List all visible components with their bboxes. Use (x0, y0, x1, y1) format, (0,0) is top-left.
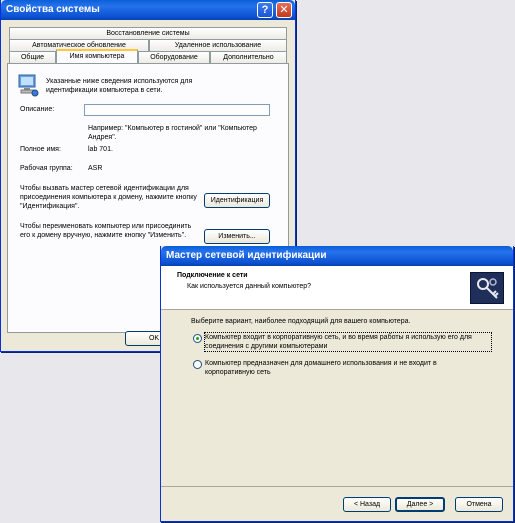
change-button[interactable]: Изменить... (204, 229, 270, 244)
home-use-radio[interactable] (193, 360, 202, 369)
workgroup-value: ASR (88, 165, 103, 172)
corporate-network-label[interactable]: Компьютер входит в корпоративную сеть, и… (204, 332, 492, 352)
tab-computer-name[interactable]: Имя компьютера (56, 49, 138, 63)
corporate-network-radio[interactable] (193, 334, 202, 343)
help-icon[interactable]: ? (257, 2, 273, 18)
intro-text: Указанные ниже сведения используются для… (46, 78, 193, 94)
description-field[interactable] (84, 104, 270, 116)
next-button[interactable]: Далее > (395, 497, 445, 512)
network-wizard-window: Мастер сетевой идентификации Подключение… (160, 246, 514, 522)
tab-hardware[interactable]: Оборудование (138, 51, 210, 63)
example-text: Например: "Компьютер в гостиной" или "Ко… (88, 125, 257, 141)
identification-button[interactable]: Идентификация (204, 193, 270, 208)
close-icon[interactable]: ✕ (276, 2, 292, 18)
wizard-title: Мастер сетевой идентификации (166, 250, 327, 261)
wizard-titlebar[interactable]: Мастер сетевой идентификации (161, 246, 513, 266)
fullname-label: Полное имя: (20, 146, 61, 153)
description-label: Описание: (20, 106, 55, 113)
back-button[interactable]: < Назад (343, 497, 391, 512)
rename-instructions: Чтобы переименовать компьютер или присое… (20, 223, 192, 239)
wizard-header: Подключение к сети Как используется данн… (161, 266, 513, 310)
computer-icon (18, 74, 40, 98)
sysprops-titlebar[interactable]: Свойства системы ? ✕ (1, 0, 295, 20)
wizard-footer-divider (161, 486, 513, 487)
home-use-label[interactable]: Компьютер предназначен для домашнего исп… (205, 359, 475, 377)
tab-system-restore[interactable]: Восстановление системы (9, 27, 287, 39)
keys-icon (470, 272, 504, 304)
tab-advanced[interactable]: Дополнительно (210, 51, 287, 63)
wizard-subheading: Как используется данный компьютер? (187, 283, 312, 290)
tab-remote[interactable]: Удаленное использование (149, 39, 287, 51)
fullname-value: lab 701. (88, 146, 113, 153)
tab-general[interactable]: Общие (9, 51, 56, 63)
workgroup-label: Рабочая группа: (20, 165, 73, 172)
wizard-instructions: Чтобы вызвать мастер сетевой идентификац… (20, 185, 197, 210)
wizard-heading: Подключение к сети (177, 272, 248, 279)
cancel-button[interactable]: Отмена (455, 497, 503, 512)
wizard-prompt: Выберите вариант, наиболее подходящий дл… (191, 318, 411, 325)
sysprops-title: Свойства системы (6, 4, 100, 15)
